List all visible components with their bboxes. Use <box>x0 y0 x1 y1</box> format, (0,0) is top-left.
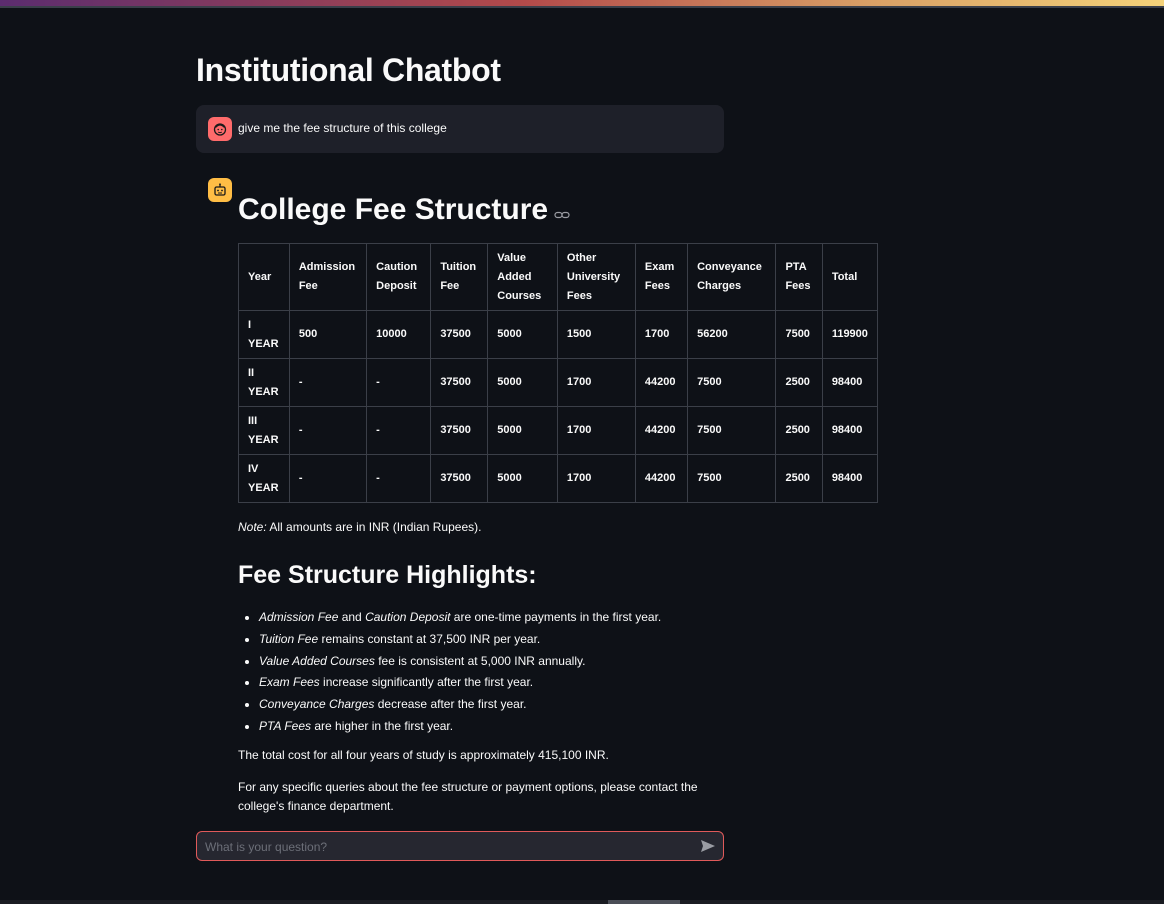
fee-table-cell: 7500 <box>775 310 823 359</box>
fee-table-cell: 7500 <box>687 454 777 503</box>
note-label: Note: <box>238 520 267 534</box>
highlight-rest: are one-time payments in the first year. <box>450 610 662 624</box>
fee-table-header-cell: PTA Fees <box>775 243 823 311</box>
fee-table-cell: 37500 <box>430 310 489 359</box>
highlights-list: Admission Fee and Caution Deposit are on… <box>238 607 859 738</box>
fee-table-cell: 44200 <box>634 406 689 455</box>
fee-table-header-cell: Admission Fee <box>288 243 368 311</box>
fee-table-header-cell: Caution Deposit <box>366 243 432 311</box>
fee-table-cell: 7500 <box>687 406 777 455</box>
robot-icon <box>208 178 232 202</box>
note: Note: All amounts are in INR (Indian Rup… <box>238 520 481 534</box>
fee-table-cell: 5000 <box>487 454 558 503</box>
fee-table-row: I YEAR 500 10000 37500 5000 1500 1700 56200 7500… <box>238 310 879 359</box>
send-icon <box>701 840 715 852</box>
fee-table-cell: IV YEAR <box>238 454 290 503</box>
fee-structure-heading-text: College Fee Structure <box>238 193 549 226</box>
fee-table-cell: 5000 <box>487 310 558 359</box>
send-button[interactable] <box>699 838 717 854</box>
highlight-rest: decrease after the first year. <box>374 697 527 712</box>
fee-table-cell: - <box>366 358 432 407</box>
fee-table-cell: - <box>288 358 368 407</box>
fee-table-cell: - <box>288 454 368 503</box>
chat-input-box <box>196 831 724 861</box>
highlight-item: Value Added Courses fee is consistent at… <box>259 651 859 673</box>
top-decoration-bar <box>0 0 1164 8</box>
fee-table-cell: - <box>366 454 432 503</box>
fee-table-cell: - <box>366 406 432 455</box>
fee-table-header-cell: Year <box>238 243 290 311</box>
fee-table-cell: I YEAR <box>238 310 290 359</box>
fee-table-cell: 56200 <box>687 310 777 359</box>
highlight-em1: Value Added Courses <box>259 653 375 668</box>
fee-table-cell: 7500 <box>687 358 777 407</box>
fee-table-header-cell: Total <box>821 243 879 311</box>
user-message: give me the fee structure of this colleg… <box>196 105 724 153</box>
bottom-scrollbar[interactable] <box>0 900 1164 904</box>
highlight-rest: are higher in the first year. <box>311 718 454 733</box>
fee-table-cell: 98400 <box>821 406 879 455</box>
fee-table-cell: 98400 <box>821 358 879 407</box>
fee-table-cell: 5000 <box>487 358 558 407</box>
user-message-text: give me the fee structure of this colleg… <box>238 121 447 135</box>
question-input[interactable] <box>203 836 687 858</box>
user-face-icon <box>208 117 232 141</box>
highlight-rest: remains constant at 37,500 INR per year. <box>318 631 541 646</box>
highlight-item: Tuition Fee remains constant at 37,500 I… <box>259 629 859 651</box>
fee-table-cell: 37500 <box>430 454 489 503</box>
highlights-heading: Fee Structure Highlights: <box>238 561 537 589</box>
total-paragraph: The total cost for all four years of stu… <box>238 748 609 762</box>
fee-table: Year Admission Fee Caution Deposit Tuition … <box>238 243 879 503</box>
highlight-em1: Admission Fee <box>259 610 339 624</box>
fee-table-cell: 10000 <box>366 310 432 359</box>
contact-paragraph: For any specific queries about the fee s… <box>238 780 698 813</box>
highlight-item: Conveyance Charges decrease after the fi… <box>259 694 859 716</box>
fee-table-row: IV YEAR - -37500 5000 1700 44200 7500 2500 98400 <box>238 454 879 503</box>
highlight-rest: fee is consistent at 5,000 INR annually. <box>374 653 586 668</box>
fee-table-cell: 1700 <box>556 358 636 407</box>
fee-table-cell: III YEAR <box>238 406 290 455</box>
fee-table-cell: 37500 <box>430 406 489 455</box>
fee-table-cell: 2500 <box>775 358 823 407</box>
fee-table-cell: 119900 <box>821 310 879 359</box>
fee-table-row: III YEAR - -37500 5000 1700 44200 7500 2500 9840… <box>238 406 879 455</box>
fee-table-header-cell: Conveyance Charges <box>687 243 777 311</box>
highlight-em2: Caution Deposit <box>365 610 451 624</box>
fee-table-cell: 2500 <box>775 406 823 455</box>
fee-table-header-cell: Exam Fees <box>634 243 689 311</box>
highlight-em1: Exam Fees <box>259 675 320 690</box>
fee-table-cell: II YEAR <box>238 358 290 407</box>
link-icon[interactable] <box>554 194 570 228</box>
highlight-em1: Conveyance Charges <box>259 697 375 712</box>
fee-table-cell: 500 <box>288 310 368 359</box>
fee-table-cell: 44200 <box>634 454 689 503</box>
fee-table-header-cell: Other University Fees <box>556 243 636 311</box>
highlight-item: Exam Fees increase significantly after t… <box>259 672 859 694</box>
highlight-mid: and <box>338 610 366 624</box>
fee-table-row: II YEAR - -37500 5000 1700 44200 7500 2500 98400 <box>238 358 879 407</box>
highlight-item: PTA Fees are higher in the first year. <box>259 716 859 738</box>
highlight-em1: PTA Fees <box>259 718 312 733</box>
fee-table-cell: 1700 <box>556 454 636 503</box>
note-text: All amounts are in INR (Indian Rupees). <box>266 520 482 534</box>
fee-structure-heading: College Fee Structure <box>238 193 570 228</box>
fee-table-body: I YEAR 500 10000 37500 5000 1500 1700 56200 7500… <box>238 310 879 503</box>
fee-table-header-cell: Value Added Courses <box>487 243 558 311</box>
fee-table-cell: 2500 <box>775 454 823 503</box>
highlight-em1: Tuition Fee <box>259 631 319 646</box>
page-title: Institutional Chatbot <box>196 52 501 88</box>
fee-table-header-cell: Tuition Fee <box>430 243 489 311</box>
fee-table-cell: 98400 <box>821 454 879 503</box>
fee-table-cell: 44200 <box>634 358 689 407</box>
highlight-rest: increase significantly after the first y… <box>319 675 534 690</box>
fee-table-cell: 5000 <box>487 406 558 455</box>
fee-table-cell: 1700 <box>634 310 689 359</box>
fee-table-cell: - <box>288 406 368 455</box>
highlight-item: Admission Fee and Caution Deposit are on… <box>259 607 859 629</box>
fee-table-cell: 1500 <box>556 310 636 359</box>
fee-table-header-row: Year Admission Fee Caution Deposit Tuition … <box>238 243 879 311</box>
scrollbar-thumb[interactable] <box>608 900 680 904</box>
fee-table-cell: 1700 <box>556 406 636 455</box>
fee-table-cell: 37500 <box>430 358 489 407</box>
